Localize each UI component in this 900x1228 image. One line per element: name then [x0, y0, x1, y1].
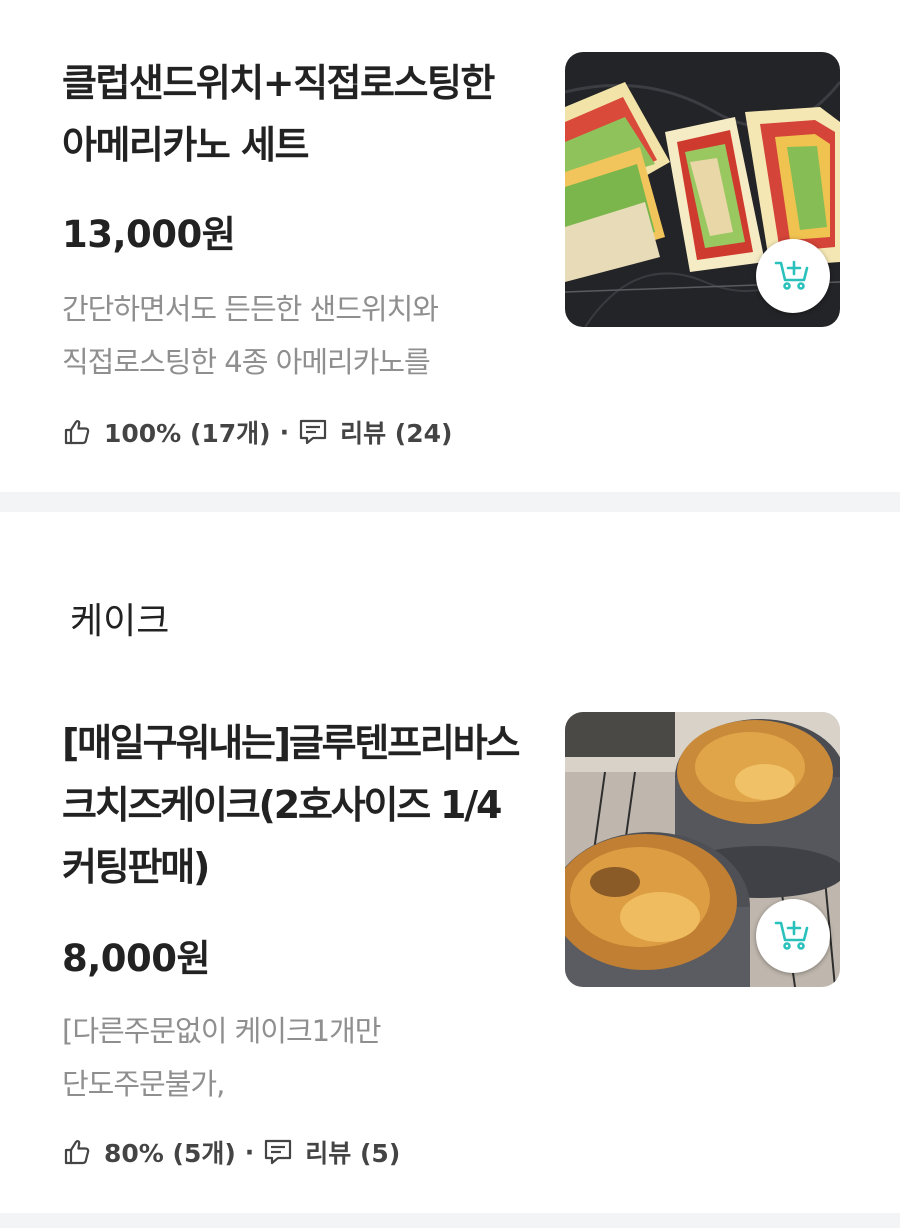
thumbs-up-icon	[62, 417, 92, 447]
review-icon	[263, 1137, 293, 1167]
description-line: 직접로스팅한 4종 아메리카노를	[62, 345, 431, 379]
menu-item-stats: 100% (17개) · 리뷰 (24)	[62, 414, 452, 450]
description-line: 간단하면서도 든든한 샌드위치와	[62, 292, 439, 326]
rating-text: 100% (17개)	[104, 419, 271, 448]
cheesecake-photo[interactable]	[565, 712, 840, 987]
menu-item-title: 클럽샌드위치+직접로스팅한 아메리카노 세트	[62, 61, 495, 167]
review-icon	[298, 417, 328, 447]
stats-separator: ·	[279, 417, 290, 447]
cake-section: 케이크 [매일구워내는]글루텐프리바스크치즈케이크(2호사이즈 1/4커팅판매)…	[0, 512, 900, 1218]
section-title: 케이크	[70, 601, 170, 642]
menu-item-price: 8,000원	[62, 937, 211, 980]
add-to-cart-button[interactable]	[756, 899, 830, 973]
menu-item-description: 간단하면서도 든든한 샌드위치와 직접로스팅한 4종 아메리카노를	[62, 283, 532, 389]
reviews-link[interactable]: 리뷰 (5)	[305, 1134, 400, 1170]
description-line: [다른주문없이 케이크1개만	[62, 1014, 381, 1048]
add-to-cart-icon	[773, 914, 813, 958]
description-line: 단도주문불가,	[62, 1067, 225, 1101]
section-divider	[0, 492, 900, 512]
add-to-cart-button[interactable]	[756, 239, 830, 313]
reviews-link[interactable]: 리뷰 (24)	[340, 414, 452, 450]
section-divider	[0, 1213, 900, 1228]
rating-text: 80% (5개)	[104, 1139, 236, 1168]
stats-separator: ·	[244, 1137, 255, 1167]
menu-item-title: [매일구워내는]글루텐프리바스크치즈케이크(2호사이즈 1/4커팅판매)	[62, 721, 520, 889]
thumbs-up-icon	[62, 1137, 92, 1167]
menu-item-description: [다른주문없이 케이크1개만 단도주문불가,	[62, 1005, 532, 1111]
sandwich-photo[interactable]	[565, 52, 840, 327]
menu-item-sandwich-set[interactable]: 클럽샌드위치+직접로스팅한 아메리카노 세트 13,000원 간단하면서도 든든…	[0, 0, 900, 492]
menu-item-price: 13,000원	[62, 213, 236, 256]
menu-item-stats: 80% (5개) · 리뷰 (5)	[62, 1134, 400, 1170]
add-to-cart-icon	[773, 254, 813, 298]
